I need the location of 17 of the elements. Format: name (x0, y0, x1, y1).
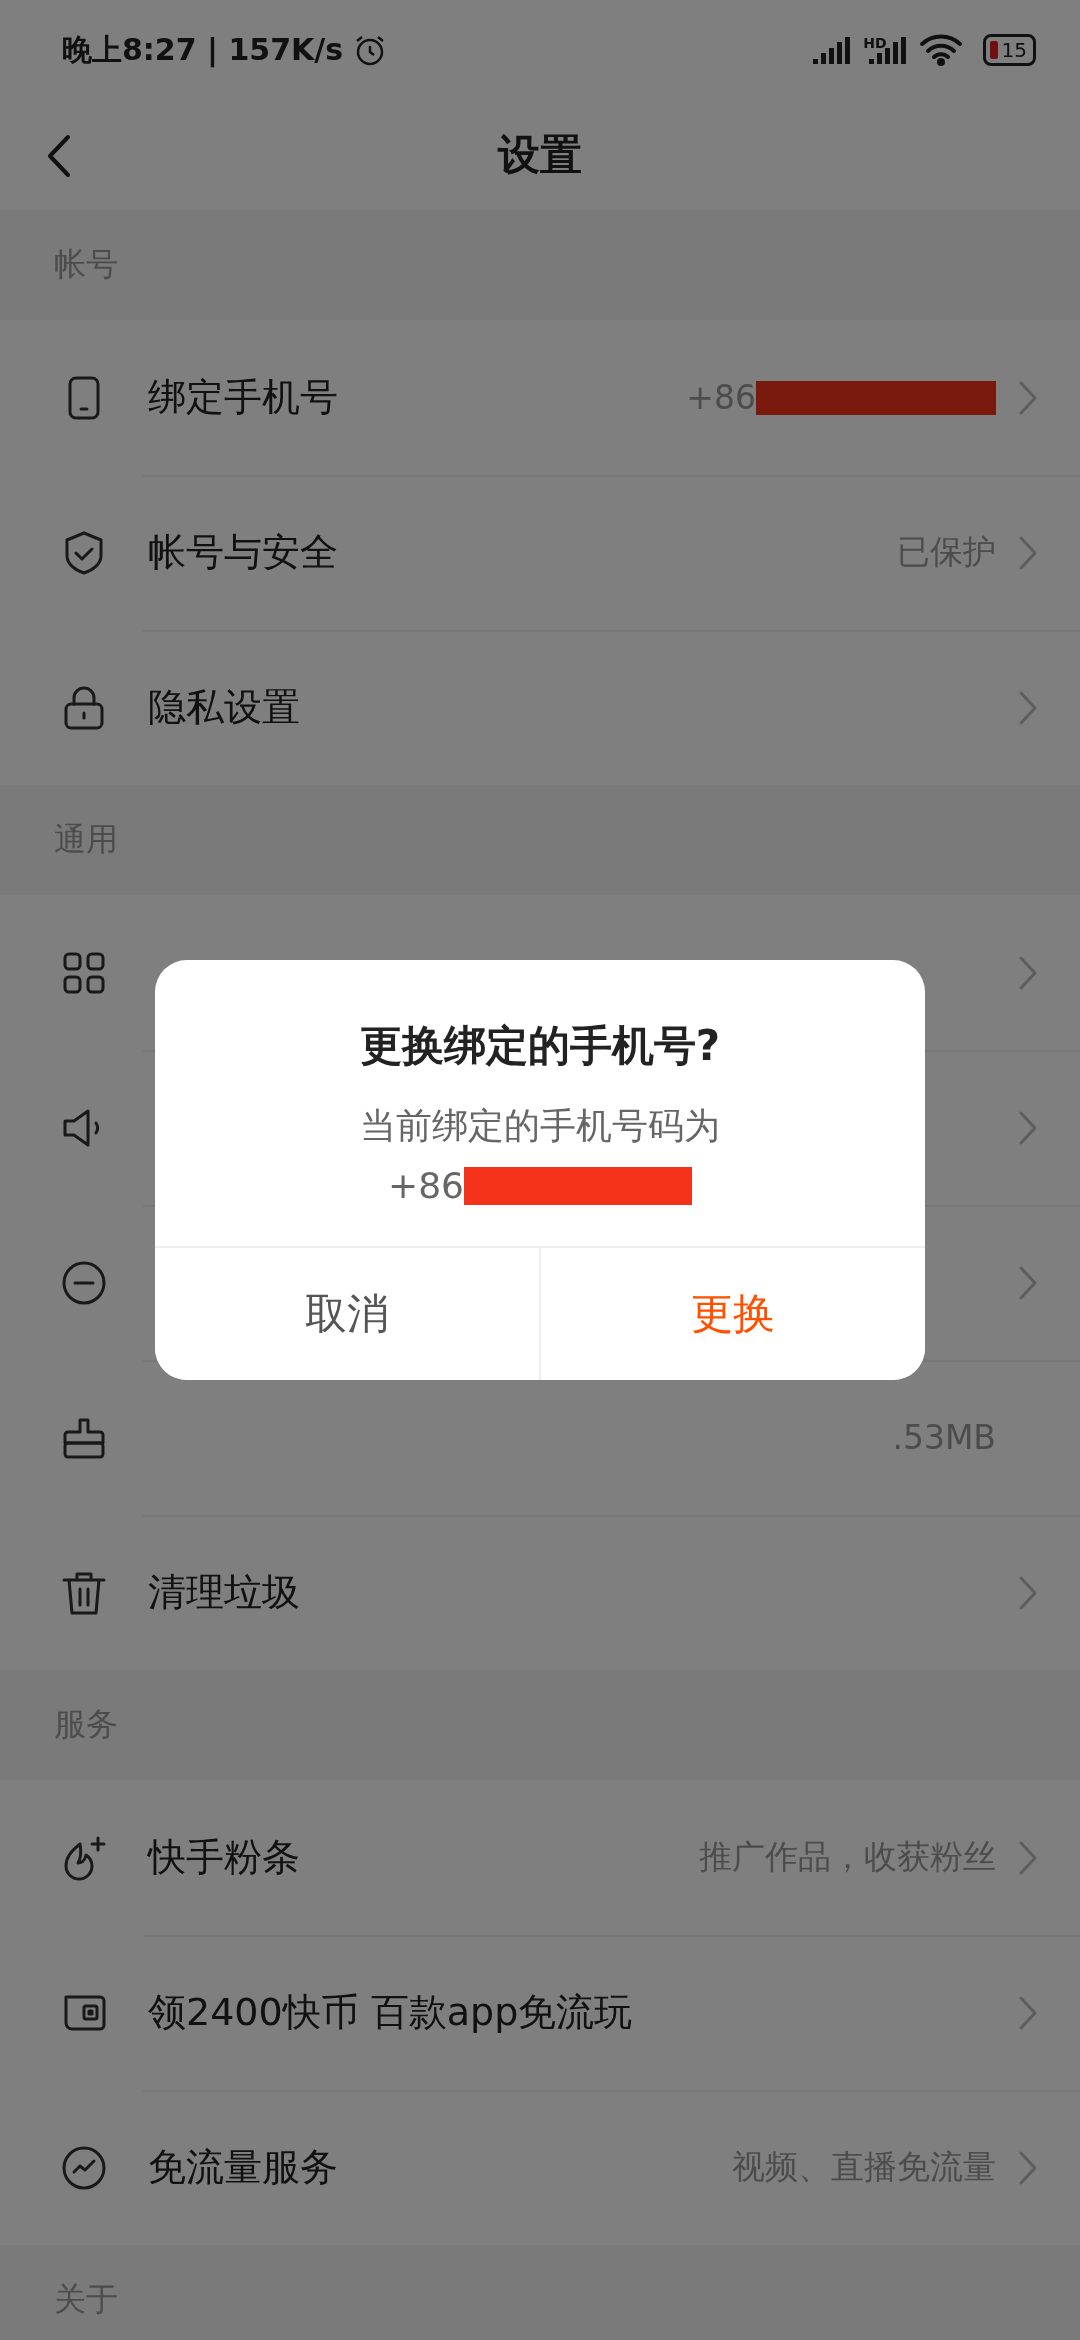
row-label: 领2400快币 百款app免流玩 (148, 1989, 633, 2036)
row-label: 清理垃圾 (148, 1569, 300, 1616)
dialog-message: 当前绑定的手机号码为 (360, 1104, 720, 1148)
phone-number: +86 (388, 1165, 464, 1206)
battery-level: 15 (1001, 38, 1027, 62)
status-time: 晚上8:27 | 157K/s (62, 30, 344, 70)
hd-label: HD (863, 35, 887, 51)
wifi-icon (918, 34, 963, 66)
signal-icon (866, 35, 909, 65)
row-label: 快手粉条 (148, 1834, 300, 1881)
row-label: 绑定手机号 (148, 374, 338, 421)
dialog-title: 更换绑定的手机号? (359, 1020, 721, 1072)
battery-fill (989, 41, 998, 59)
row-label: 帐号与安全 (148, 529, 338, 576)
page-title: 设置 (498, 129, 582, 181)
row-label: 免流量服务 (148, 2144, 338, 2191)
row-label: 隐私设置 (148, 684, 300, 731)
